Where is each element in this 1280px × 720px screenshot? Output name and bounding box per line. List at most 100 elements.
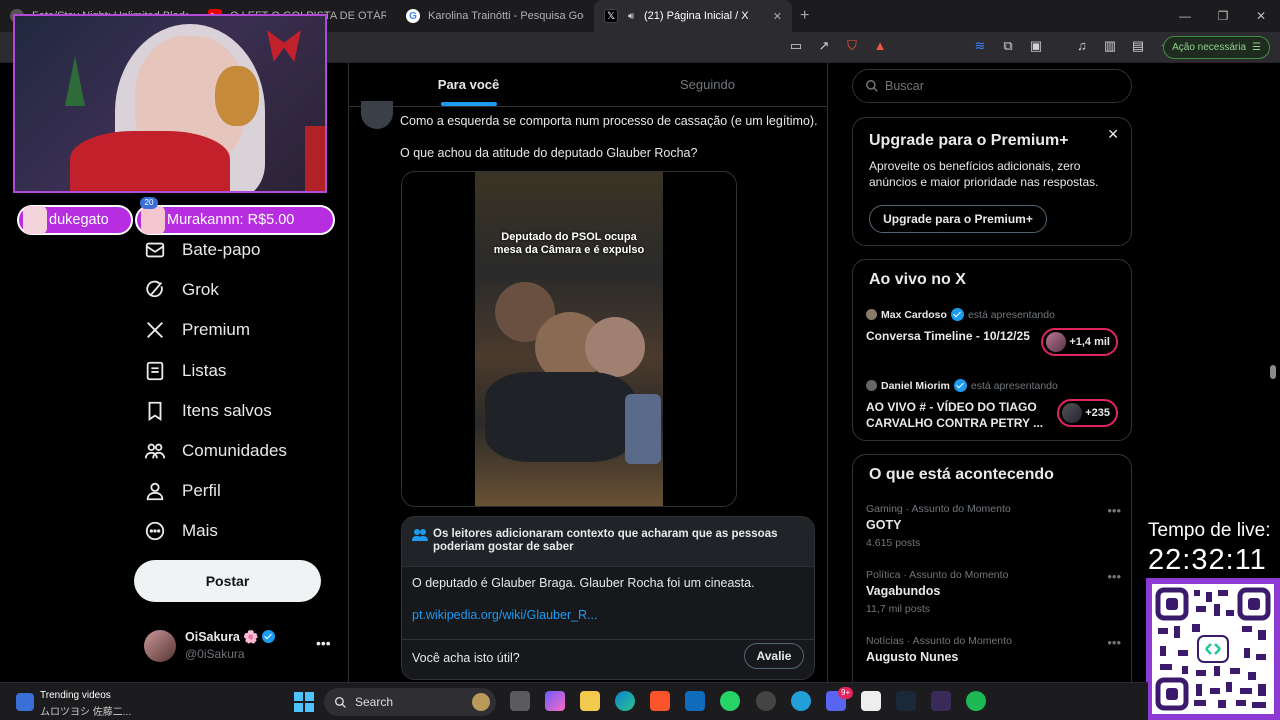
rate-button[interactable]: Avalie [744,643,804,669]
premium-upgrade-button[interactable]: Upgrade para o Premium+ [869,205,1047,233]
browser-tab-3[interactable]: G Karolina Trainótti - Pesquisa Google [396,0,594,32]
close-tab-icon[interactable]: ✕ [773,10,782,23]
bow-decoration [267,30,301,62]
task-view-icon[interactable] [510,691,530,711]
whatsapp-icon[interactable] [720,691,740,711]
tweet-avatar[interactable] [361,101,393,129]
tweet-media[interactable]: Deputado do PSOL ocupa mesa da Câmara e … [401,171,737,507]
trend-item[interactable]: Política · Assunto do Momento Vagabundos… [866,569,1121,615]
search-highlight-icon [472,693,490,711]
grok-icon [146,281,163,298]
person-icon [146,482,164,501]
speaker-icon[interactable]: 🔊︎ [626,9,636,23]
app-icon[interactable] [931,691,951,711]
close-window-icon[interactable]: ✕ [1242,0,1280,32]
gift-icon [23,206,47,234]
taskbar-search-label: Search [355,695,394,709]
windows-start-icon[interactable] [294,692,314,712]
avatar [144,630,176,662]
trending-title: Trending videos [40,690,111,701]
live-listeners-pill[interactable]: +235 [1057,399,1118,427]
divider [402,639,814,640]
capcut-icon[interactable] [861,691,881,711]
wallet-icon[interactable]: ▤ [1130,38,1146,54]
live-listeners-pill[interactable]: +1,4 mil [1041,328,1118,356]
sidebar-icon[interactable]: ▥ [1102,38,1118,54]
verified-badge-icon [262,630,276,643]
spotify-icon[interactable] [966,691,986,711]
steam-icon[interactable] [896,691,916,711]
sidebar-item-label: Itens salvos [182,400,272,420]
share-icon[interactable]: ↗ [816,38,832,54]
sidebar-item-premium[interactable]: Premium [134,310,344,350]
close-icon[interactable]: ✕ [1107,126,1119,143]
premium-title: Upgrade para o Premium+ [869,132,1069,149]
sidebar-item-perfil[interactable]: Perfil [134,471,344,511]
live-count: +1,4 mil [1069,336,1110,348]
tweet-text-line: Como a esquerda se comporta num processo… [400,114,818,128]
brave-rewards-icon[interactable]: ▲ [872,38,888,54]
browser-tab-4[interactable]: 𝕏 🔊︎ (21) Página Inicial / X ✕ [594,0,792,32]
sidebar-item-itens-salvos[interactable]: Itens salvos [134,391,344,431]
premium-card: Upgrade para o Premium+ ✕ Aproveite os b… [852,117,1132,246]
more-options-icon[interactable]: ••• [1107,635,1121,650]
more-options-icon[interactable]: ••• [316,635,331,651]
file-explorer-icon[interactable] [580,691,600,711]
search-input[interactable]: Buscar [852,69,1132,103]
audio-wave-icon[interactable]: ≋ [972,38,988,54]
trending-card: O que está acontecendo Gaming · Assunto … [852,454,1132,694]
donation-alert: Murakannn: R$5.00 [135,205,335,235]
live-host-row[interactable]: Max Cardoso está apresentando [866,308,1055,321]
sidebar-item-listas[interactable]: Listas [134,351,344,391]
more-options-icon[interactable]: ••• [1107,569,1121,584]
restore-icon[interactable]: ❐ [1204,0,1242,32]
listener-avatar [1046,332,1067,352]
brave-shield-icon[interactable]: ⛉ [844,38,860,54]
minimize-icon[interactable]: — [1166,0,1204,32]
action-needed-button[interactable]: Ação necessária ☰ [1163,36,1270,59]
profile-handle: @0iSakura [185,647,245,661]
more-options-icon[interactable]: ••• [1107,503,1121,518]
action-needed-label: Ação necessária [1172,42,1247,53]
profile-name-row: OiSakura 🌸 [185,630,276,645]
live-timer-label: Tempo de live: [1148,520,1271,541]
live-host-name: Max Cardoso [881,308,947,321]
page-scrollbar[interactable] [1270,365,1276,379]
post-button[interactable]: Postar [134,560,321,602]
live-host-row[interactable]: Daniel Miorim está apresentando [866,379,1058,392]
taskbar-search[interactable]: Search [324,688,496,716]
envelope-icon [145,242,165,258]
sidebar-item-mais[interactable]: Mais [134,511,344,551]
cast-icon[interactable]: ▭ [788,38,804,54]
new-tab-icon[interactable]: + [800,7,809,25]
sidebar-item-bate-papo[interactable]: Bate-papo [134,230,344,270]
host-avatar [866,309,877,320]
outlook-icon[interactable] [685,691,705,711]
puzzle-icon[interactable]: ⧉ [1000,38,1016,54]
telegram-icon[interactable] [791,691,811,711]
tweet-text-line: O que achou da atitude do deputado Glaub… [400,146,698,160]
live-stream-title[interactable]: AO VIVO # - VÍDEO DO TIAGO CARVALHO CONT… [866,399,1051,431]
sidebar-item-grok[interactable]: Grok [134,270,344,310]
account-switcher[interactable]: OiSakura 🌸 @0iSakura ••• [144,627,334,663]
chat-user: dukegato [49,212,109,228]
community-note: Os leitores adicionaram contexto que ach… [401,516,815,680]
extension-icon[interactable]: ▣ [1028,38,1044,54]
verified-badge-icon [950,308,964,321]
community-note-link[interactable]: pt.wikipedia.org/wiki/Glauber_R... [412,608,598,622]
copilot-icon[interactable] [545,691,565,711]
sidebar-item-comunidades[interactable]: Comunidades [134,431,344,471]
phone-in-video [625,394,661,464]
trend-item[interactable]: Notícias · Assunto do Momento Augusto Nu… [866,635,1121,664]
video-player[interactable]: Deputado do PSOL ocupa mesa da Câmara e … [475,172,663,506]
live-stream-title[interactable]: Conversa Timeline - 10/12/25 [866,328,1046,344]
premium-description: Aproveite os benefícios adicionais, zero… [869,159,1099,189]
tab-para-voce[interactable]: Para você [349,63,588,106]
tab-seguindo[interactable]: Seguindo [588,63,827,106]
bookmark-icon [148,401,162,421]
obs-icon[interactable] [756,691,776,711]
music-icon[interactable]: ♫ [1074,38,1090,54]
edge-icon[interactable] [615,691,635,711]
brave-icon[interactable] [650,691,670,711]
trend-item[interactable]: Gaming · Assunto do Momento GOTY 4.615 p… [866,503,1121,549]
